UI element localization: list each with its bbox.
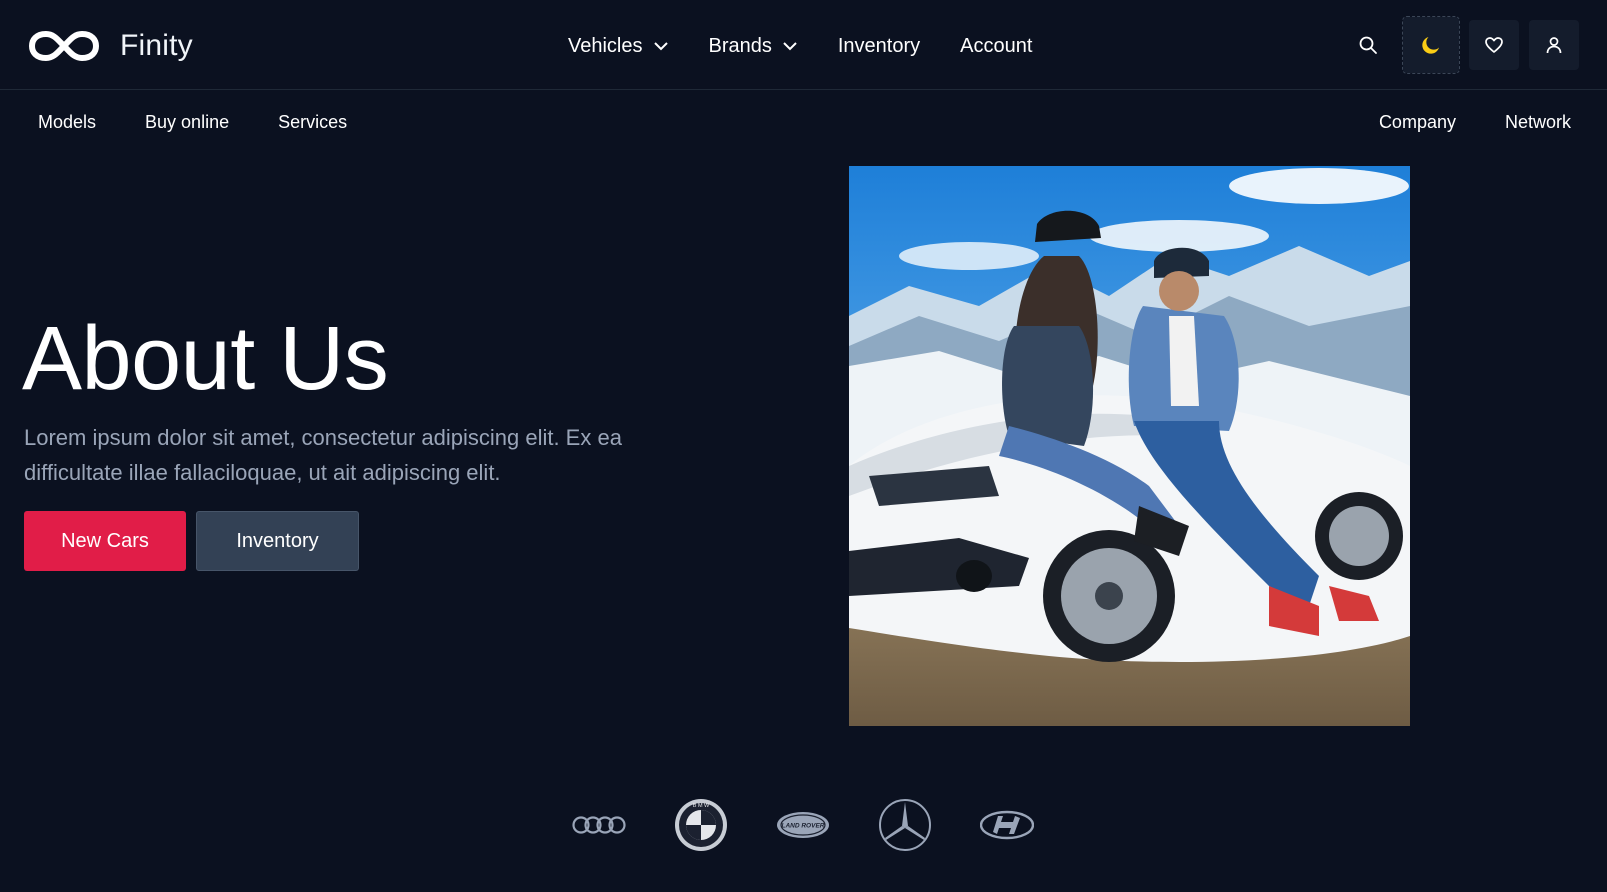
subnav-buy-online[interactable]: Buy online [145, 112, 229, 133]
inventory-button[interactable]: Inventory [196, 511, 359, 571]
user-icon [1546, 37, 1562, 54]
hero-description: Lorem ipsum dolor sit amet, consectetur … [24, 425, 622, 485]
nav-account[interactable]: Account [960, 35, 1032, 58]
theme-toggle-button[interactable] [1402, 16, 1460, 74]
chevron-down-icon [783, 42, 797, 51]
main-nav: Vehicles Brands Inventory Account [568, 30, 1032, 62]
heart-icon [1485, 37, 1503, 53]
secondary-nav-left: Models Buy online Services [38, 112, 347, 133]
brand-name: Finity [120, 29, 193, 62]
chevron-down-icon [653, 42, 668, 51]
bmw-logo-icon[interactable]: B M W [674, 798, 728, 852]
nav-brands[interactable]: Brands [709, 35, 798, 58]
nav-account-label: Account [960, 34, 1033, 57]
search-icon [1359, 36, 1377, 54]
nav-vehicles-label: Vehicles [568, 34, 643, 57]
nav-inventory[interactable]: Inventory [838, 35, 920, 58]
account-button[interactable] [1529, 20, 1579, 70]
new-cars-button[interactable]: New Cars [24, 511, 186, 571]
subnav-models[interactable]: Models [38, 112, 96, 133]
land-rover-logo-icon[interactable]: LAND ROVER [776, 798, 830, 852]
nav-vehicles[interactable]: Vehicles [568, 35, 669, 58]
secondary-nav-right: Company Network [1379, 112, 1571, 133]
nav-inventory-label: Inventory [837, 34, 921, 57]
header-tools [1333, 16, 1579, 74]
top-navbar: Finity Vehicles Brands Inventory Account [0, 0, 1607, 90]
brand-logos-strip: B M W LAND ROVER [572, 798, 1034, 852]
moon-icon [1422, 37, 1439, 54]
mercedes-logo-icon[interactable] [878, 798, 932, 852]
subnav-company[interactable]: Company [1379, 112, 1456, 133]
subnav-services[interactable]: Services [278, 112, 347, 133]
audi-logo-icon[interactable] [572, 798, 626, 852]
secondary-nav: Models Buy online Services Company Netwo… [0, 90, 1607, 156]
hero-image [849, 166, 1410, 726]
search-button[interactable] [1343, 20, 1393, 70]
couple-on-car-photo [849, 166, 1410, 726]
page-title: About Us [22, 309, 389, 409]
infinity-logo-icon [29, 31, 99, 61]
land-rover-logo-text: LAND ROVER [782, 823, 825, 830]
nav-brands-label: Brands [708, 34, 772, 57]
hyundai-logo-icon[interactable] [980, 798, 1034, 852]
subnav-network[interactable]: Network [1505, 112, 1571, 133]
bmw-logo-text: B M W [693, 803, 710, 809]
favorites-button[interactable] [1469, 20, 1519, 70]
brand[interactable]: Finity [28, 26, 193, 66]
